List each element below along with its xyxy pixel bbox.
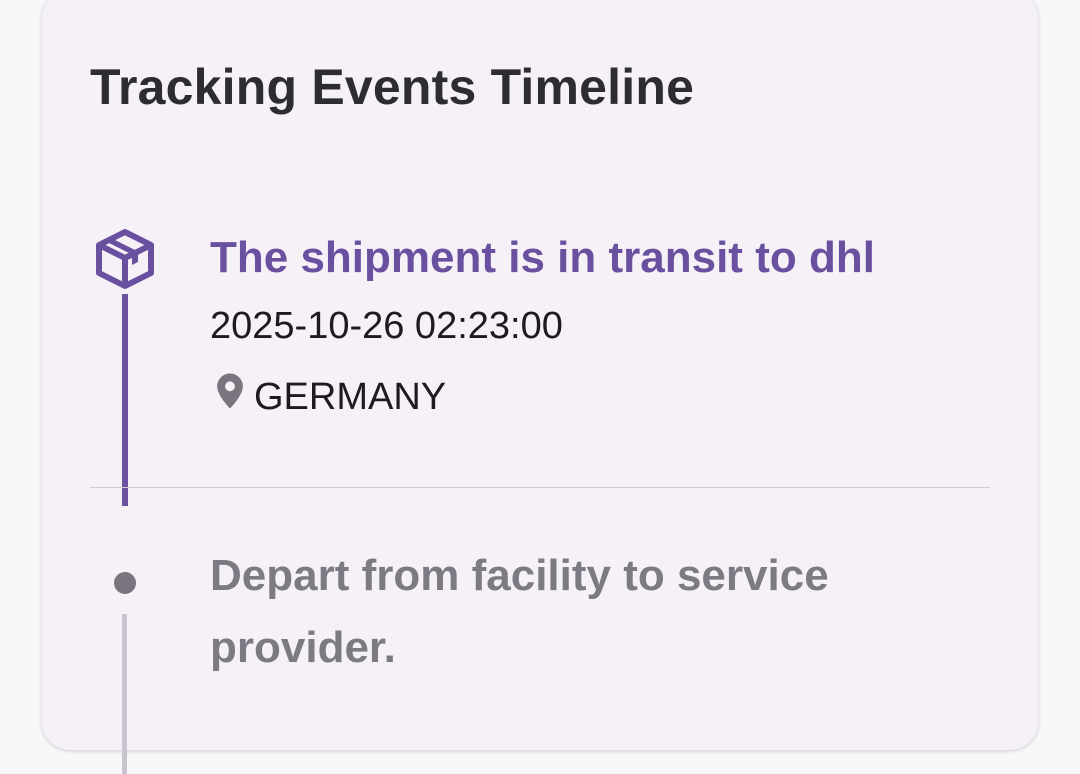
card-title: Tracking Events Timeline	[90, 59, 695, 115]
timeline-line-inactive	[122, 614, 127, 774]
event-content: The shipment is in transit to dhl 2025-1…	[210, 226, 1010, 422]
event-timestamp: 2025-10-26 02:23:00	[210, 305, 563, 347]
event-content: Depart from facility to service provider…	[210, 540, 1010, 684]
event-divider	[90, 487, 990, 488]
event-location-text: GERMANY	[254, 376, 447, 418]
event-title: The shipment is in transit to dhl	[210, 233, 875, 282]
tracking-events-card: Tracking Events Timeline The shipment is…	[42, 0, 1038, 774]
timeline-dot	[114, 572, 136, 594]
timeline-line-active	[122, 294, 128, 506]
timeline-event: The shipment is in transit to dhl 2025-1…	[42, 226, 1038, 508]
timeline-event: Depart from facility to service provider…	[42, 540, 1038, 774]
package-icon	[92, 226, 158, 292]
location-pin-icon	[210, 372, 254, 422]
event-location: GERMANY	[210, 372, 1010, 422]
event-title: Depart from facility to service provider…	[210, 551, 829, 672]
